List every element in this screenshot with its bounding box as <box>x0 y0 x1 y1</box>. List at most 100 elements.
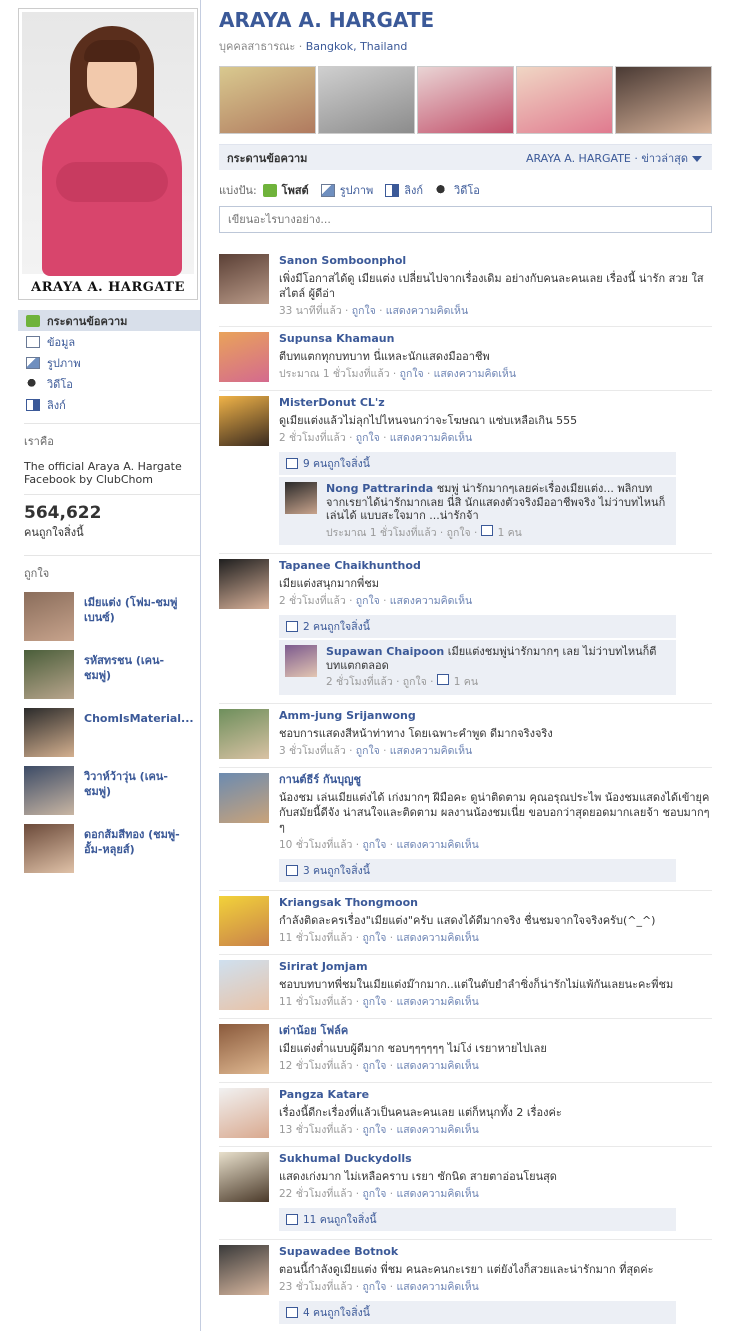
post-timestamp[interactable]: 3 ชั่วโมงที่แล้ว <box>279 745 346 757</box>
share-link-tab[interactable]: ลิงก์ <box>385 181 423 199</box>
liked-page-item[interactable]: ดอกส้มสีทอง (ชมพู่-อั้ม-หลุยส์) <box>24 824 200 873</box>
liked-page-item[interactable]: เมียแต่ง (โฟม-ชมพู่ เบนซ์) <box>24 592 200 641</box>
post-likes-summary[interactable]: 2 คนถูกใจสิ่งนี้ <box>279 615 676 638</box>
post-author-avatar[interactable] <box>219 895 269 946</box>
post-timestamp[interactable]: 11 ชั่วโมงที่แล้ว <box>279 996 352 1008</box>
post-timestamp[interactable]: ประมาณ 1 ชั่วโมงที่แล้ว <box>279 368 390 380</box>
post-like-link[interactable]: ถูกใจ <box>362 839 386 851</box>
post-author-name[interactable]: Sanon Somboonphol <box>279 254 712 268</box>
post-timestamp[interactable]: 22 ชั่วโมงที่แล้ว <box>279 1188 352 1200</box>
post-author-name[interactable]: Supunsa Khamaun <box>279 332 712 346</box>
share-video-tab[interactable]: วิดีโอ <box>435 181 480 199</box>
liked-page-name[interactable]: ดอกส้มสีทอง (ชมพู่-อั้ม-หลุยส์) <box>84 824 190 857</box>
post-author-avatar[interactable] <box>219 772 269 823</box>
post-comment-link[interactable]: แสดงความคิดเห็น <box>390 745 472 757</box>
share-post-tab[interactable]: โพสต์ <box>262 181 309 199</box>
nav-item-info[interactable]: ข้อมูล <box>18 331 200 352</box>
comment-likes-count[interactable]: 1 คน <box>498 527 522 539</box>
post-like-link[interactable]: ถูกใจ <box>352 305 376 317</box>
nav-item-links[interactable]: ลิงก์ <box>18 394 200 415</box>
post-comment-link[interactable]: แสดงความคิดเห็น <box>396 932 478 944</box>
post-comment-link[interactable]: แสดงความคิดเห็น <box>396 996 478 1008</box>
post-likes-count[interactable]: 9 คนถูกใจสิ่งนี้ <box>303 455 370 472</box>
post-comment-link[interactable]: แสดงความคิดเห็น <box>386 305 468 317</box>
post-author-avatar[interactable] <box>219 1023 269 1074</box>
post-timestamp[interactable]: 12 ชั่วโมงที่แล้ว <box>279 1060 352 1072</box>
page-title[interactable]: ARAYA A. HARGATE <box>219 8 712 36</box>
status-composer-input[interactable] <box>219 206 712 233</box>
post-timestamp[interactable]: 2 ชั่วโมงที่แล้ว <box>279 432 346 444</box>
post-author-name[interactable]: เต่าน้อย โฟล์ค <box>279 1024 712 1038</box>
liked-page-name[interactable]: รหัสทรชน (เคน-ชมพู่) <box>84 650 190 683</box>
comment-like-link[interactable]: ถูกใจ <box>403 676 427 688</box>
liked-page-thumbnail[interactable] <box>24 650 74 699</box>
header-photo[interactable] <box>516 66 613 134</box>
liked-page-name[interactable]: เมียแต่ง (โฟม-ชมพู่ เบนซ์) <box>84 592 190 625</box>
comment-author-avatar[interactable] <box>285 482 317 514</box>
post-comment-link[interactable]: แสดงความคิดเห็น <box>396 1281 478 1293</box>
post-author-avatar[interactable] <box>219 1087 269 1138</box>
post-likes-summary[interactable]: 3 คนถูกใจสิ่งนี้ <box>279 858 676 882</box>
post-comment-link[interactable]: แสดงความคิดเห็น <box>390 432 472 444</box>
share-photo-tab[interactable]: รูปภาพ <box>320 181 373 199</box>
post-likes-count[interactable]: 11 คนถูกใจสิ่งนี้ <box>303 1211 377 1228</box>
post-like-link[interactable]: ถูกใจ <box>362 1281 386 1293</box>
liked-page-thumbnail[interactable] <box>24 592 74 641</box>
header-photo[interactable] <box>417 66 514 134</box>
post-like-link[interactable]: ถูกใจ <box>356 745 380 757</box>
post-author-avatar[interactable] <box>219 332 269 382</box>
nav-item-wall[interactable]: กระดานข้อความ <box>18 310 200 331</box>
post-comment-link[interactable]: แสดงความคิดเห็น <box>396 1188 478 1200</box>
liked-page-name[interactable]: วิวาห์ว้าวุ่น (เคน-ชมพู่) <box>84 766 190 799</box>
post-likes-count[interactable]: 3 คนถูกใจสิ่งนี้ <box>303 862 370 879</box>
post-author-name[interactable]: Kriangsak Thongmoon <box>279 896 712 910</box>
post-author-name[interactable]: กานต์ธีร์ กันบุญชู <box>279 773 712 787</box>
post-like-link[interactable]: ถูกใจ <box>356 595 380 607</box>
post-timestamp[interactable]: 11 ชั่วโมงที่แล้ว <box>279 932 352 944</box>
comment-likes-count[interactable]: 1 คน <box>454 676 478 688</box>
comment-author-name[interactable]: Supawan Chaipoon <box>326 645 444 658</box>
post-timestamp[interactable]: 33 นาทีที่แล้ว <box>279 305 342 317</box>
post-comment-link[interactable]: แสดงความคิดเห็น <box>396 1060 478 1072</box>
liked-page-thumbnail[interactable] <box>24 766 74 815</box>
post-author-avatar[interactable] <box>219 708 269 759</box>
post-likes-summary[interactable]: 9 คนถูกใจสิ่งนี้ <box>279 452 676 475</box>
liked-page-name[interactable]: ChomIsMaterial... <box>84 708 194 726</box>
post-timestamp[interactable]: 13 ชั่วโมงที่แล้ว <box>279 1124 352 1136</box>
post-timestamp[interactable]: 10 ชั่วโมงที่แล้ว <box>279 839 352 851</box>
comment-author-avatar[interactable] <box>285 645 317 677</box>
post-comment-link[interactable]: แสดงความคิดเห็น <box>396 1124 478 1136</box>
post-author-name[interactable]: Sirirat Jomjam <box>279 960 712 974</box>
liked-page-item[interactable]: วิวาห์ว้าวุ่น (เคน-ชมพู่) <box>24 766 200 815</box>
post-author-name[interactable]: Amm-jung Srijanwong <box>279 709 712 723</box>
post-like-link[interactable]: ถูกใจ <box>362 932 386 944</box>
post-author-name[interactable]: Tapanee Chaikhunthod <box>279 559 712 573</box>
post-likes-summary[interactable]: 4 คนถูกใจสิ่งนี้ <box>279 1300 676 1324</box>
liked-page-item[interactable]: ChomIsMaterial... <box>24 708 200 757</box>
post-timestamp[interactable]: 23 ชั่วโมงที่แล้ว <box>279 1281 352 1293</box>
nav-item-videos[interactable]: วิดีโอ <box>18 373 200 394</box>
post-author-avatar[interactable] <box>219 1151 269 1202</box>
wall-filter-dropdown[interactable]: ARAYA A. HARGATE · ข่าวล่าสุด <box>526 149 702 167</box>
post-comment-link[interactable]: แสดงความคิดเห็น <box>434 368 516 380</box>
post-likes-summary[interactable]: 11 คนถูกใจสิ่งนี้ <box>279 1207 676 1231</box>
post-like-link[interactable]: ถูกใจ <box>356 432 380 444</box>
post-like-link[interactable]: ถูกใจ <box>400 368 424 380</box>
post-author-name[interactable]: Supawadee Botnok <box>279 1245 712 1259</box>
post-likes-count[interactable]: 4 คนถูกใจสิ่งนี้ <box>303 1304 370 1321</box>
liked-page-thumbnail[interactable] <box>24 708 74 757</box>
post-author-name[interactable]: MisterDonut CL'z <box>279 396 712 410</box>
post-author-avatar[interactable] <box>219 1244 269 1295</box>
post-likes-count[interactable]: 2 คนถูกใจสิ่งนี้ <box>303 618 370 635</box>
post-author-name[interactable]: Sukhumal Duckydolls <box>279 1152 712 1166</box>
liked-page-thumbnail[interactable] <box>24 824 74 873</box>
post-comment-link[interactable]: แสดงความคิดเห็น <box>396 839 478 851</box>
profile-picture[interactable]: ARAYA A. HARGATE <box>18 8 198 300</box>
post-author-avatar[interactable] <box>219 559 269 609</box>
header-photo[interactable] <box>318 66 415 134</box>
header-photo[interactable] <box>219 66 316 134</box>
nav-item-photos[interactable]: รูปภาพ <box>18 352 200 373</box>
post-author-avatar[interactable] <box>219 396 269 446</box>
header-photo[interactable] <box>615 66 712 134</box>
post-author-name[interactable]: Pangza Katare <box>279 1088 712 1102</box>
